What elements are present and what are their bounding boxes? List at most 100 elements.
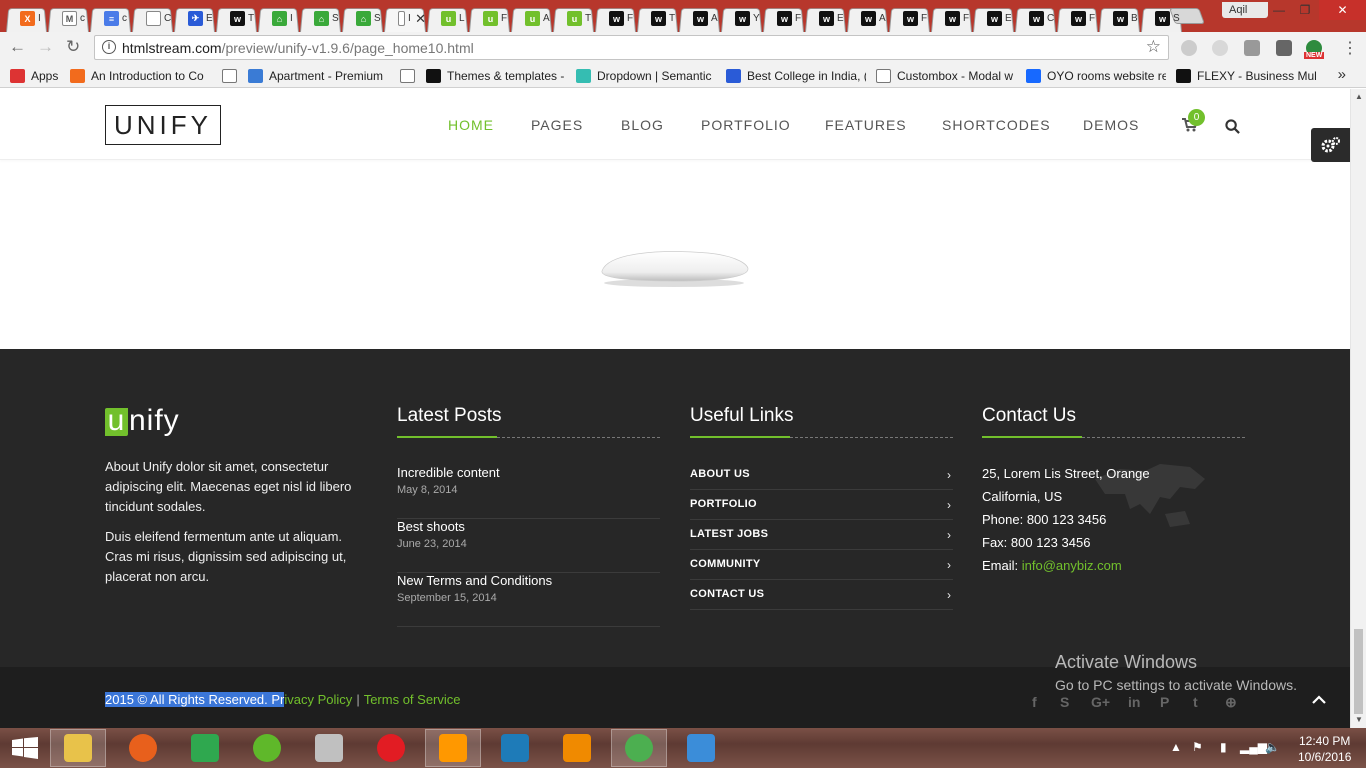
footer-logo[interactable]: u nify (105, 404, 180, 438)
profile-button[interactable]: Aqil (1222, 2, 1268, 18)
flag-icon[interactable]: ⚑ (1192, 740, 1203, 754)
privacy-policy-link[interactable]: ivacy Policy (284, 692, 352, 707)
windows-start-icon[interactable] (12, 737, 38, 764)
browser-tab[interactable]: uA (511, 5, 552, 32)
bookmark-item[interactable]: Best College in India, ( (726, 68, 866, 84)
nav-pages[interactable]: PAGES (531, 117, 583, 133)
useful-link-label[interactable]: ABOUT US (690, 468, 750, 480)
browser-tab[interactable]: wF (931, 5, 972, 32)
useful-link-item[interactable]: CONTACT US › (690, 580, 953, 610)
browser-tab[interactable]: wT (216, 5, 257, 32)
taskbar-app[interactable] (487, 729, 543, 767)
browser-tab[interactable]: wF (1057, 5, 1098, 32)
browser-tab[interactable]: XI (6, 5, 47, 32)
extension-icon[interactable] (1276, 40, 1292, 56)
browser-tab[interactable]: ≡ c (90, 5, 131, 32)
nav-home[interactable]: HOME (448, 117, 494, 133)
nav-shortcodes[interactable]: SHORTCODES (942, 117, 1051, 133)
back-icon[interactable]: ← (9, 37, 26, 57)
useful-link-label[interactable]: CONTACT US (690, 588, 764, 600)
taskbar-app[interactable] (425, 729, 481, 767)
menu-icon[interactable]: ⋮ (1342, 38, 1358, 58)
volume-icon[interactable]: 🔈 (1265, 740, 1280, 754)
useful-link-item[interactable]: ABOUT US › (690, 460, 953, 490)
google-plus-icon[interactable]: G+ (1091, 694, 1110, 710)
skype-icon[interactable]: S (1060, 694, 1069, 710)
taskbar-app[interactable] (549, 729, 605, 767)
browser-tab[interactable]: ⌂ S (300, 5, 341, 32)
system-clock[interactable]: 12:40 PM 10/6/2016 (1298, 733, 1351, 765)
browser-tab[interactable]: ⌂ I (258, 5, 299, 32)
browser-tab[interactable]: wF (763, 5, 804, 32)
restore-button[interactable]: ❐ (1292, 0, 1318, 20)
browser-tab[interactable]: wT (637, 5, 678, 32)
scroll-down-icon[interactable]: ▼ (1355, 715, 1363, 724)
email-link[interactable]: info@anybiz.com (1022, 558, 1122, 573)
bookmark-item[interactable]: An Introduction to Co (70, 68, 210, 84)
pinterest-icon[interactable]: P (1160, 694, 1169, 710)
taskbar-app[interactable] (50, 729, 106, 767)
taskbar-app[interactable] (115, 729, 171, 767)
extension-icon[interactable] (1181, 40, 1197, 56)
post-title[interactable]: Incredible content (397, 465, 500, 480)
extension-icon[interactable] (1212, 40, 1228, 56)
bookmark-item[interactable]: Custombox - Modal w (876, 68, 1016, 84)
post-title[interactable]: Best shoots (397, 519, 465, 534)
browser-tab[interactable]: uL (427, 5, 468, 32)
back-to-top-icon[interactable] (1312, 691, 1326, 709)
bookmark-item[interactable] (222, 68, 240, 84)
linkedin-icon[interactable]: in (1128, 694, 1140, 710)
nav-portfolio[interactable]: PORTFOLIO (701, 117, 791, 133)
info-icon[interactable]: i (102, 40, 116, 54)
shield-icon[interactable] (1244, 40, 1260, 56)
browser-tab[interactable]: ✈ E (174, 5, 215, 32)
latest-post-item[interactable]: Incredible content May 8, 2014 (397, 465, 660, 519)
tray-overflow-icon[interactable]: ▲ (1170, 740, 1182, 754)
latest-post-item[interactable]: New Terms and Conditions September 15, 20… (397, 573, 660, 627)
terms-of-service-link[interactable]: Terms of Service (364, 692, 461, 707)
useful-link-item[interactable]: LATEST JOBS › (690, 520, 953, 550)
taskbar-app[interactable] (363, 729, 419, 767)
browser-tab[interactable]: uT (553, 5, 594, 32)
style-switcher-button[interactable] (1311, 128, 1350, 162)
bookmark-item[interactable]: Apps (10, 68, 60, 84)
browser-tab[interactable]: Mc (48, 5, 89, 32)
browser-tab[interactable]: wA (847, 5, 888, 32)
post-title[interactable]: New Terms and Conditions (397, 573, 552, 588)
network-icon[interactable]: ▂▄▆ (1240, 740, 1267, 754)
taskbar-app[interactable] (301, 729, 357, 767)
facebook-icon[interactable]: f (1032, 694, 1037, 710)
dribbble-icon[interactable]: ⊕ (1225, 694, 1237, 711)
browser-tab[interactable]: wA (679, 5, 720, 32)
close-tab-icon[interactable]: ✕ (415, 11, 426, 27)
useful-link-item[interactable]: PORTFOLIO › (690, 490, 953, 520)
browser-tab[interactable]: wF (889, 5, 930, 32)
browser-tab[interactable]: wE (973, 5, 1014, 32)
nav-demos[interactable]: DEMOS (1083, 117, 1139, 133)
browser-tab[interactable]: wY (721, 5, 762, 32)
taskbar-app[interactable] (673, 729, 729, 767)
nav-features[interactable]: FEATURES (825, 117, 907, 133)
taskbar-app[interactable] (239, 729, 295, 767)
latest-post-item[interactable]: Best shoots June 23, 2014 (397, 519, 660, 573)
browser-tab[interactable]: wB (1099, 5, 1140, 32)
browser-tab[interactable]: wC (1015, 5, 1056, 32)
twitter-icon[interactable]: t (1193, 694, 1198, 710)
useful-link-label[interactable]: PORTFOLIO (690, 498, 757, 510)
page-scrollbar[interactable]: ▲ ▼ (1350, 89, 1366, 728)
scroll-up-icon[interactable]: ▲ (1355, 92, 1363, 101)
forward-icon[interactable]: → (37, 37, 54, 57)
more-bookmarks-icon[interactable]: » (1338, 66, 1346, 83)
nav-blog[interactable]: BLOG (621, 117, 664, 133)
scrollbar-thumb[interactable] (1354, 629, 1363, 714)
battery-icon[interactable]: ▮ (1220, 740, 1227, 754)
reload-icon[interactable]: ↻ (66, 37, 80, 57)
browser-tab[interactable]: C (132, 5, 173, 32)
minimize-button[interactable]: — (1266, 0, 1292, 20)
browser-tab[interactable]: wE (805, 5, 846, 32)
useful-link-label[interactable]: LATEST JOBS (690, 528, 768, 540)
useful-link-label[interactable]: COMMUNITY (690, 558, 761, 570)
useful-link-item[interactable]: COMMUNITY › (690, 550, 953, 580)
site-logo[interactable]: UNIFY (105, 105, 221, 145)
close-window-button[interactable]: ✕ (1319, 0, 1366, 20)
